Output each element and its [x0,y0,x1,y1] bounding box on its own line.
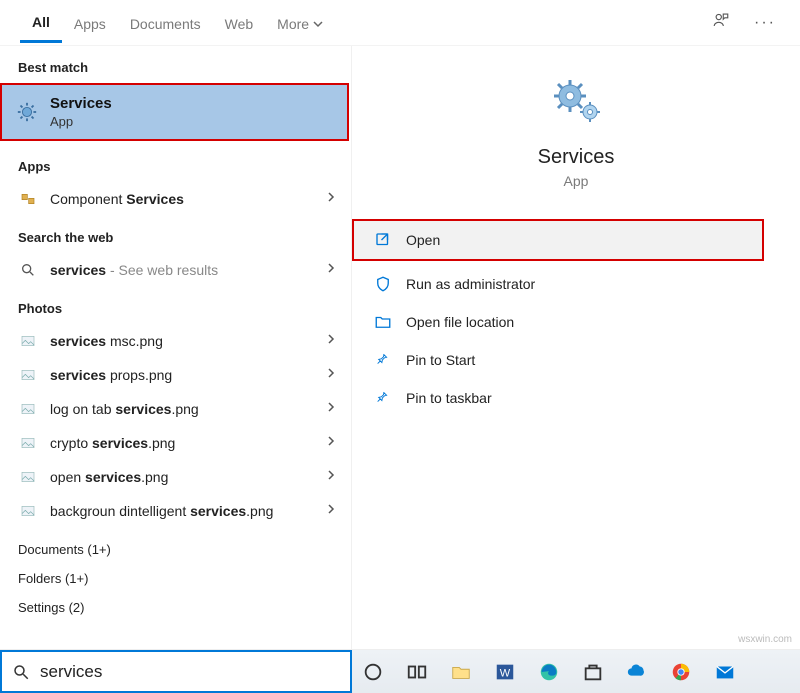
best-match-text: Services App [50,95,112,129]
svg-text:W: W [500,667,511,679]
result-photo-5[interactable]: backgroun dintelligent services.png [0,494,351,528]
section-folders-more[interactable]: Folders (1+) [0,565,351,594]
taskbar-chrome-icon[interactable] [668,659,694,685]
best-match-title: Services [50,95,112,112]
image-file-icon [18,401,38,417]
action-label: Pin to Start [406,352,475,368]
tab-all[interactable]: All [20,2,62,43]
best-match-item[interactable]: Services App [2,85,347,139]
result-photo-2[interactable]: log on tab services.png [0,392,351,426]
image-file-icon [18,503,38,519]
image-file-icon [18,435,38,451]
person-feedback-icon [712,11,730,29]
tab-apps[interactable]: Apps [62,4,118,42]
chevron-right-icon[interactable] [325,434,337,452]
taskbar-taskview-icon[interactable] [404,659,430,685]
preview-title: Services [352,146,800,169]
taskbar-onedrive-icon[interactable] [624,659,650,685]
action-pin-taskbar[interactable]: Pin to taskbar [352,379,800,417]
action-list: Open Run as administrator Open file loca… [352,219,800,417]
action-open-location[interactable]: Open file location [352,303,800,341]
result-component-services[interactable]: Component Services [0,182,351,216]
taskbar-cortana-icon[interactable] [360,659,386,685]
search-icon [18,262,38,278]
pin-icon [374,389,392,407]
tab-web[interactable]: Web [213,4,266,42]
result-label: Component Services [50,191,313,207]
section-header-photos: Photos [0,287,351,324]
more-options-button[interactable]: ··· [742,6,788,40]
taskbar-explorer-icon[interactable] [448,659,474,685]
result-label: services msc.png [50,333,313,349]
services-gear-icon [16,101,38,123]
preview-subtitle: App [352,173,800,189]
watermark: wsxwin.com [738,634,792,645]
result-photo-4[interactable]: open services.png [0,460,351,494]
action-pin-start[interactable]: Pin to Start [352,341,800,379]
chevron-right-icon[interactable] [325,502,337,520]
tab-documents[interactable]: Documents [118,4,213,42]
taskbar-word-icon[interactable]: W [492,659,518,685]
taskbar-mail-icon[interactable] [712,659,738,685]
result-photo-1[interactable]: services props.png [0,358,351,392]
caret-down-icon [313,19,323,29]
section-settings-more[interactable]: Settings (2) [0,594,351,623]
action-label: Open file location [406,314,514,330]
chevron-right-icon[interactable] [325,190,337,208]
result-label: log on tab services.png [50,401,313,417]
feedback-button[interactable] [700,3,742,42]
results-list: Best match Services App Apps [0,46,352,649]
action-label: Run as administrator [406,276,535,292]
folder-location-icon [374,313,392,331]
section-header-web: Search the web [0,216,351,253]
preview-app-icon [352,74,800,126]
result-label: services - See web results [50,262,313,278]
chevron-right-icon[interactable] [325,261,337,279]
taskbar-edge-icon[interactable] [536,659,562,685]
image-file-icon [18,333,38,349]
section-header-best-match: Best match [0,46,351,83]
image-file-icon [18,367,38,383]
result-photo-0[interactable]: services msc.png [0,324,351,358]
search-main: Best match Services App Apps [0,46,800,649]
action-open[interactable]: Open [354,221,762,259]
action-label: Open [406,232,440,248]
image-file-icon [18,469,38,485]
search-input[interactable] [40,652,340,691]
result-photo-3[interactable]: crypto services.png [0,426,351,460]
pin-icon [374,351,392,369]
ellipsis-icon: ··· [754,14,776,31]
preview-pane: Services App Open Run as administrator O… [352,46,800,649]
result-label: services props.png [50,367,313,383]
component-services-icon [18,191,38,207]
search-tabs: All Apps Documents Web More ··· [0,0,800,46]
section-documents-more[interactable]: Documents (1+) [0,528,351,565]
search-box[interactable] [0,650,352,693]
taskbar-store-icon[interactable] [580,659,606,685]
section-header-apps: Apps [0,145,351,182]
best-match-subtitle: App [50,114,112,129]
chevron-right-icon[interactable] [325,468,337,486]
chevron-right-icon[interactable] [325,366,337,384]
action-run-admin[interactable]: Run as administrator [352,265,800,303]
tab-more-label: More [277,16,309,32]
action-open-highlight: Open [352,219,764,261]
chevron-right-icon[interactable] [325,332,337,350]
result-web-services[interactable]: services - See web results [0,253,351,287]
windows-search-panel: All Apps Documents Web More ··· Best mat… [0,0,800,693]
chevron-right-icon[interactable] [325,400,337,418]
result-label: crypto services.png [50,435,313,451]
tab-more[interactable]: More [265,4,335,42]
open-icon [374,231,392,249]
bottom-bar: W [0,649,800,693]
result-label: backgroun dintelligent services.png [50,503,313,519]
result-label: open services.png [50,469,313,485]
taskbar: W [352,650,800,693]
best-match-highlight: Services App [0,83,349,141]
search-icon [12,663,30,681]
action-label: Pin to taskbar [406,390,492,406]
shield-admin-icon [374,275,392,293]
